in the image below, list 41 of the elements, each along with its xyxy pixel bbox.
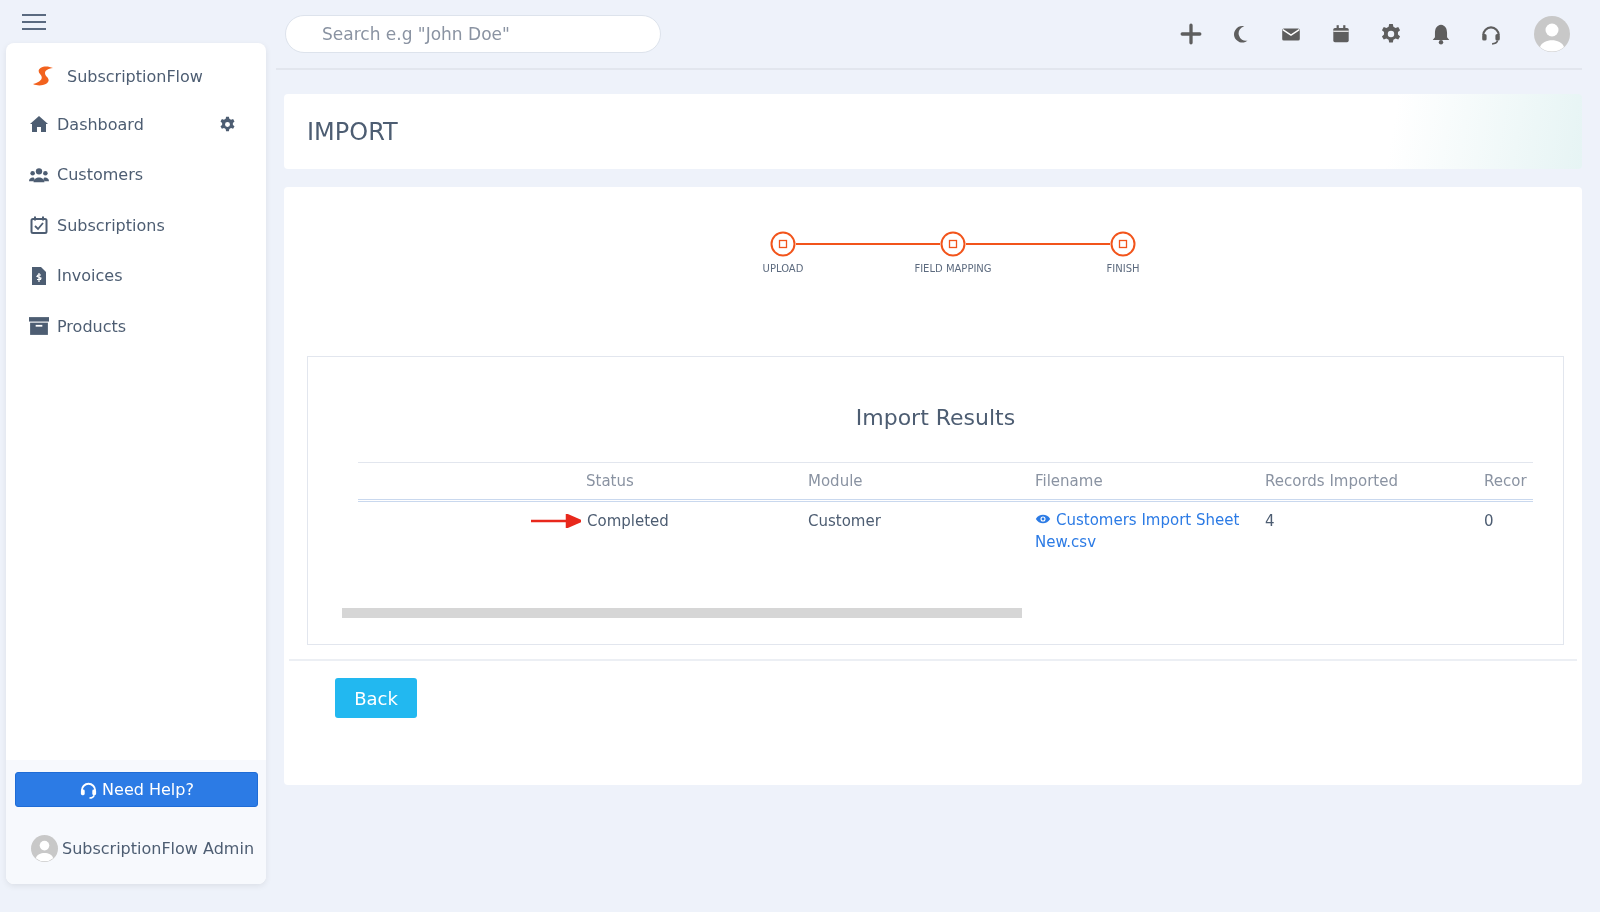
step-label: FIELD MAPPING [914,263,992,274]
headset-icon[interactable] [1480,23,1502,45]
bell-icon[interactable] [1430,23,1452,45]
settings-icon[interactable] [219,115,236,133]
page-title: IMPORT [307,117,398,146]
scrollbar[interactable] [342,608,1022,618]
home-icon [29,115,49,134]
plus-icon[interactable] [1180,23,1202,45]
results-title: Import Results [854,405,1017,430]
users-icon [29,165,49,184]
sidebar-item[interactable]: Products [29,316,127,336]
column-header: Filename [1034,462,1264,501]
sidebar-item[interactable]: Subscriptions [29,215,165,235]
step-label: UPLOAD [762,263,804,274]
calendar-icon[interactable] [1330,23,1352,45]
settings-icon[interactable] [1380,23,1402,45]
search-field[interactable]: Search e.g "John Doe" [285,15,661,53]
table-cell: Customer [808,512,881,530]
headset-icon [79,780,99,799]
avatar-icon [31,835,58,862]
file-link[interactable]: Customers Import Sheet New.csv [1035,509,1253,553]
eye-icon [1035,513,1051,525]
arrow-icon [531,514,581,528]
brand-name: SubscriptionFlow [67,66,203,86]
user-name: SubscriptionFlow Admin [62,839,254,858]
step-label: FINISH [1106,263,1140,274]
archive-icon [29,317,49,336]
column-header: Module [807,462,1034,501]
menu-icon[interactable] [22,13,46,30]
need-help-button[interactable]: Need Help? [15,772,258,807]
column-header: Status [585,462,807,501]
table-cell: Completed [587,512,669,530]
sidebar-item[interactable]: Invoices [29,266,123,286]
invoice-icon [29,266,49,285]
column-header: Recor [1483,462,1533,501]
table-cell: 4 [1265,512,1275,530]
sidebar-item[interactable]: Dashboard [29,114,144,134]
table-cell: 0 [1484,512,1494,530]
calendar-check-icon [29,216,49,235]
column-header: Records Imported [1264,462,1483,501]
sidebar-item[interactable]: Customers [29,165,144,185]
